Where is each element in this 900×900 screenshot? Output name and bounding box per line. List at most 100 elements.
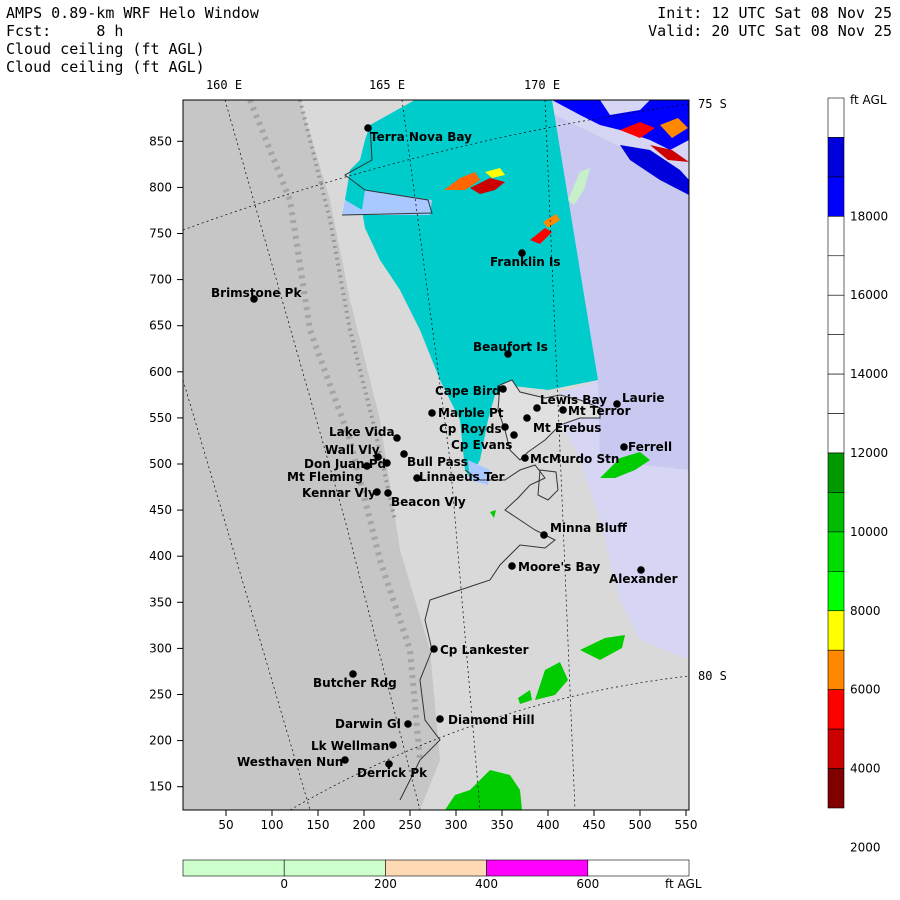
- colorbar-bottom-unit: ft AGL: [665, 877, 702, 891]
- colorbar-bottom-label: 400: [475, 877, 498, 891]
- colorbar-right-label: 10000: [850, 525, 888, 539]
- station-label: Kennar Vly: [302, 486, 376, 500]
- station-label: Lake Vida: [329, 425, 395, 439]
- colorbar-bottom-label: 0: [280, 877, 288, 891]
- colorbar-right: 18000 16000 14000 12000 10000 8000 6000 4000 200…: [827, 97, 888, 854]
- station-dot: [389, 741, 397, 749]
- x-tick-label: 150: [307, 818, 330, 832]
- y-tick-label: 350: [149, 595, 172, 609]
- station-label: Diamond Hill: [448, 713, 535, 727]
- colorbar-right-swatch: [827, 334, 845, 375]
- colorbar-right-swatch: [827, 649, 845, 690]
- station-label: Marble Pt: [438, 406, 504, 420]
- station-label: Brimstone Pk: [211, 286, 302, 300]
- station-label: Minna Bluff: [550, 521, 627, 535]
- lon-label-170: 170 E: [524, 78, 560, 92]
- colorbar-right-swatch: [827, 768, 845, 809]
- y-tick-label: 700: [149, 273, 172, 287]
- lon-label-160: 160 E: [206, 78, 242, 92]
- station-label: Linnaeus Ter: [419, 470, 505, 484]
- colorbar-right-label: 14000: [850, 367, 888, 381]
- x-tick-label: 550: [675, 818, 698, 832]
- colorbar-right-swatch: [827, 728, 845, 769]
- station-dot: [501, 423, 509, 431]
- station-dot: [540, 531, 548, 539]
- station-dot: [620, 443, 628, 451]
- colorbar-bottom-swatch: [385, 859, 487, 877]
- station-dot: [428, 409, 436, 417]
- station-label: Mt Fleming: [287, 470, 363, 484]
- station-label: Wall Vly: [325, 443, 380, 457]
- station-label: Cp Royds: [439, 422, 502, 436]
- station-label: Lk Wellman: [311, 739, 389, 753]
- x-tick-label: 200: [353, 818, 376, 832]
- y-tick-label: 650: [149, 319, 172, 333]
- station-label: McMurdo Stn: [530, 452, 619, 466]
- colorbar-right-swatch: [827, 255, 845, 296]
- colorbar-right-label: 4000: [850, 762, 881, 776]
- station-dot: [521, 454, 529, 462]
- station-dot: [430, 645, 438, 653]
- colorbar-right-swatch: [827, 137, 845, 178]
- colorbar-right-label: 8000: [850, 604, 881, 618]
- station-label: Mt Terror: [568, 404, 631, 418]
- y-axis: 150 200 250 300 350 400 450 500 550 600 650 700 750 8…: [149, 134, 183, 794]
- colorbar-right-swatch: [827, 492, 845, 533]
- station-label: Alexander: [609, 572, 678, 586]
- station-label: Ferrell: [628, 440, 672, 454]
- y-tick-label: 450: [149, 503, 172, 517]
- colorbar-bottom: 0 200 400 600: [182, 859, 690, 891]
- y-tick-label: 400: [149, 549, 172, 563]
- map-figure: 160 E 165 E 170 E 75 S 80 S 50 100 150 200 2…: [149, 78, 888, 891]
- station-dot: [523, 414, 531, 422]
- colorbar-bottom-swatch: [182, 859, 285, 877]
- station-label: Cp Evans: [451, 438, 512, 452]
- x-tick-label: 300: [445, 818, 468, 832]
- y-tick-label: 850: [149, 134, 172, 148]
- colorbar-right-swatch: [827, 571, 845, 612]
- colorbar-right-swatch: [827, 689, 845, 730]
- station-label: Moore's Bay: [518, 560, 600, 574]
- station-label: Derrick Pk: [357, 766, 428, 780]
- lat-label-80s: 80 S: [698, 669, 727, 683]
- station-dot: [383, 459, 391, 467]
- y-tick-label: 500: [149, 457, 172, 471]
- station-label: Terra Nova Bay: [370, 130, 472, 144]
- station-label: Don Juan Pd: [304, 457, 386, 471]
- station-label: Beaufort Is: [473, 340, 548, 354]
- y-tick-label: 200: [149, 734, 172, 748]
- colorbar-bottom-swatch: [587, 859, 690, 877]
- x-tick-label: 400: [537, 818, 560, 832]
- colorbar-right-swatch: [827, 452, 845, 493]
- colorbar-right-label: 16000: [850, 288, 888, 302]
- colorbar-right-label: 2000: [850, 840, 881, 854]
- y-tick-label: 250: [149, 688, 172, 702]
- x-axis: 50 100 150 200 250 300 350 400 450 500 550: [218, 810, 697, 832]
- colorbar-right-swatch: [827, 610, 845, 651]
- lon-label-165: 165 E: [369, 78, 405, 92]
- colorbar-right-swatch: [827, 294, 845, 335]
- x-tick-label: 500: [629, 818, 652, 832]
- y-tick-label: 550: [149, 411, 172, 425]
- station-label: Laurie: [622, 391, 664, 405]
- colorbar-right-swatch: [827, 97, 845, 138]
- x-tick-label: 350: [491, 818, 514, 832]
- station-label: Darwin Gl: [335, 717, 401, 731]
- station-label: Beacon Vly: [391, 495, 466, 509]
- colorbar-bottom-swatch: [283, 859, 386, 877]
- colorbar-right-label: 18000: [850, 209, 888, 223]
- colorbar-bottom-swatch: [486, 859, 589, 877]
- y-tick-label: 600: [149, 365, 172, 379]
- x-tick-label: 50: [218, 818, 233, 832]
- colorbar-right-label: 6000: [850, 683, 881, 697]
- colorbar-right-swatch: [827, 413, 845, 454]
- station-dot: [559, 406, 567, 414]
- station-label: Bull Pass: [407, 455, 468, 469]
- colorbar-right-swatch: [827, 216, 845, 257]
- y-tick-label: 300: [149, 641, 172, 655]
- station-dot: [436, 715, 444, 723]
- colorbar-right-label: 12000: [850, 446, 888, 460]
- y-tick-label: 150: [149, 780, 172, 794]
- y-tick-label: 800: [149, 180, 172, 194]
- colorbar-right-swatch: [827, 176, 845, 217]
